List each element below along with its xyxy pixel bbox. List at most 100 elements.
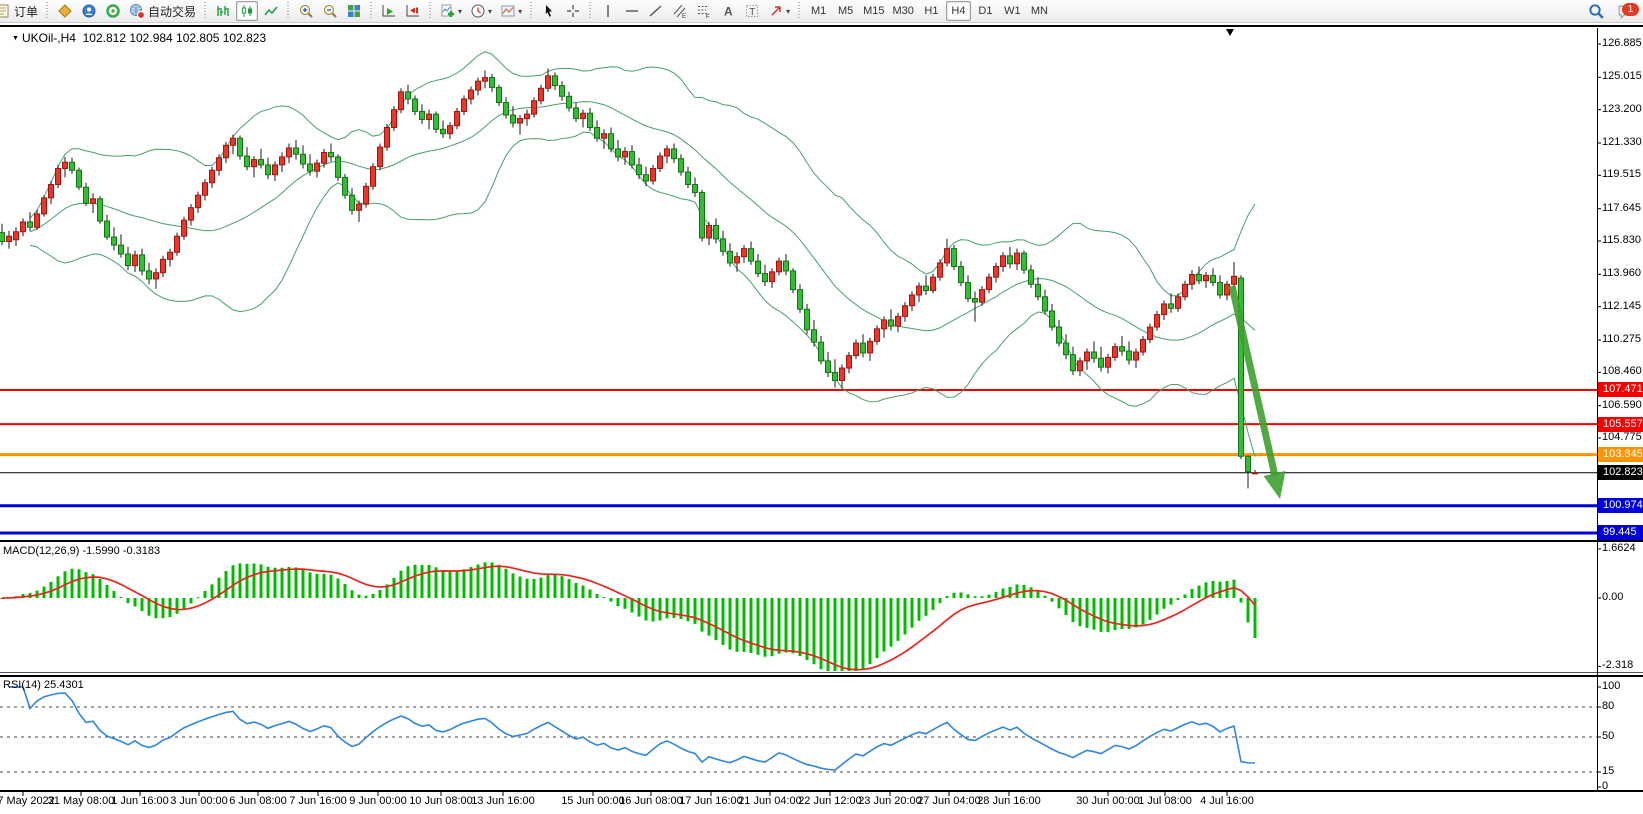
macd-histogram-bar [372, 594, 375, 598]
candle-body [189, 208, 194, 220]
macd-histogram-bar [1163, 598, 1166, 609]
candle-body [966, 283, 971, 299]
macd-histogram-bar [225, 571, 228, 598]
candle-body [196, 195, 201, 207]
macd-histogram-bar [155, 598, 158, 618]
macd-histogram-bar [281, 568, 284, 598]
candle-body [364, 186, 369, 204]
candle-body [910, 295, 915, 306]
candle-body [595, 127, 600, 138]
candle-body [0, 233, 5, 242]
candle-body [847, 356, 852, 368]
rsi-line [9, 687, 1255, 770]
macd-histogram-bar [1142, 598, 1145, 624]
candle-body [476, 81, 481, 90]
candle-body [98, 199, 103, 221]
chart-canvas[interactable] [0, 0, 1643, 814]
macd-histogram-bar [617, 598, 620, 606]
macd-histogram-bar [1058, 598, 1061, 608]
macd-histogram-bar [568, 579, 571, 598]
macd-histogram-bar [309, 572, 312, 598]
macd-histogram-bar [687, 598, 690, 621]
candle-body [665, 149, 670, 156]
macd-histogram-bar [750, 598, 753, 653]
candle-body [693, 185, 698, 193]
macd-histogram-bar [778, 598, 781, 654]
candle-body [1064, 343, 1069, 355]
candle-body [805, 309, 810, 329]
candle-body [1043, 297, 1048, 311]
candle-body [1176, 297, 1181, 309]
candle-body [385, 127, 390, 147]
macd-histogram-bar [141, 598, 144, 611]
candle-body [721, 239, 726, 251]
macd-histogram-bar [925, 598, 928, 616]
candle-body [903, 306, 908, 317]
candle-body [315, 163, 320, 171]
candle-body [119, 245, 124, 254]
candle-body [14, 232, 19, 240]
candle-body [980, 290, 985, 302]
candle-body [406, 92, 411, 99]
macd-histogram-bar [890, 598, 893, 647]
rsi-plot [0, 687, 1597, 772]
candle-body [791, 271, 796, 290]
candle-body [931, 277, 936, 290]
candle-body [882, 320, 887, 329]
candle-body [448, 126, 453, 134]
candle-body [497, 87, 502, 102]
candle-body [336, 157, 341, 177]
macd-histogram-bar [785, 598, 788, 653]
candle-body [756, 261, 761, 273]
candle-body [560, 86, 565, 97]
panel-separator [0, 675, 1643, 677]
macd-histogram-bar [904, 598, 907, 634]
candle-body [371, 167, 376, 187]
macd-histogram-bar [610, 598, 613, 602]
candle-body [1001, 256, 1006, 267]
macd-histogram-bar [407, 566, 410, 598]
macd-histogram-bar [1107, 598, 1110, 632]
candle-body [749, 249, 754, 261]
candle-body [329, 152, 334, 156]
macd-histogram-bar [729, 598, 732, 649]
macd-histogram-bar [197, 597, 200, 598]
macd-histogram-bar [162, 598, 165, 618]
macd-histogram-bar [813, 598, 816, 664]
candle-body [273, 165, 278, 175]
trading-platform-window: 订单 自动交易 [0, 0, 1643, 814]
candle-body [63, 162, 68, 168]
macd-histogram-bar [666, 598, 669, 618]
candle-body [231, 138, 236, 145]
macd-histogram-bar [1177, 598, 1180, 600]
candle-body [959, 266, 964, 282]
candle-body [1078, 361, 1083, 371]
macd-histogram-bar [1079, 598, 1082, 626]
macd-histogram-bar [260, 564, 263, 598]
candle-body [1022, 253, 1027, 270]
macd-histogram-bar [841, 598, 844, 678]
candle-body [1232, 276, 1237, 284]
candle-body [357, 204, 362, 210]
candle-body [455, 111, 460, 125]
macd-histogram-bar [1100, 598, 1103, 632]
candle-body [49, 185, 54, 198]
candle-body [399, 92, 404, 110]
macd-histogram-bar [428, 565, 431, 598]
macd-histogram-bar [533, 579, 536, 598]
macd-histogram-bar [505, 569, 508, 598]
candle-body [126, 254, 131, 266]
candle-body [532, 101, 537, 114]
macd-histogram-bar [988, 595, 991, 598]
candle-body [637, 165, 642, 175]
candle-body [945, 249, 950, 263]
macd-histogram-bar [715, 598, 718, 640]
macd-histogram-bar [869, 598, 872, 664]
macd-histogram-bar [946, 596, 949, 598]
macd-histogram-bar [1072, 598, 1075, 622]
macd-histogram-bar [316, 574, 319, 598]
macd-histogram-bar [547, 575, 550, 598]
candle-body [973, 299, 978, 303]
candle-body [77, 170, 82, 187]
candle-body [1008, 256, 1013, 264]
